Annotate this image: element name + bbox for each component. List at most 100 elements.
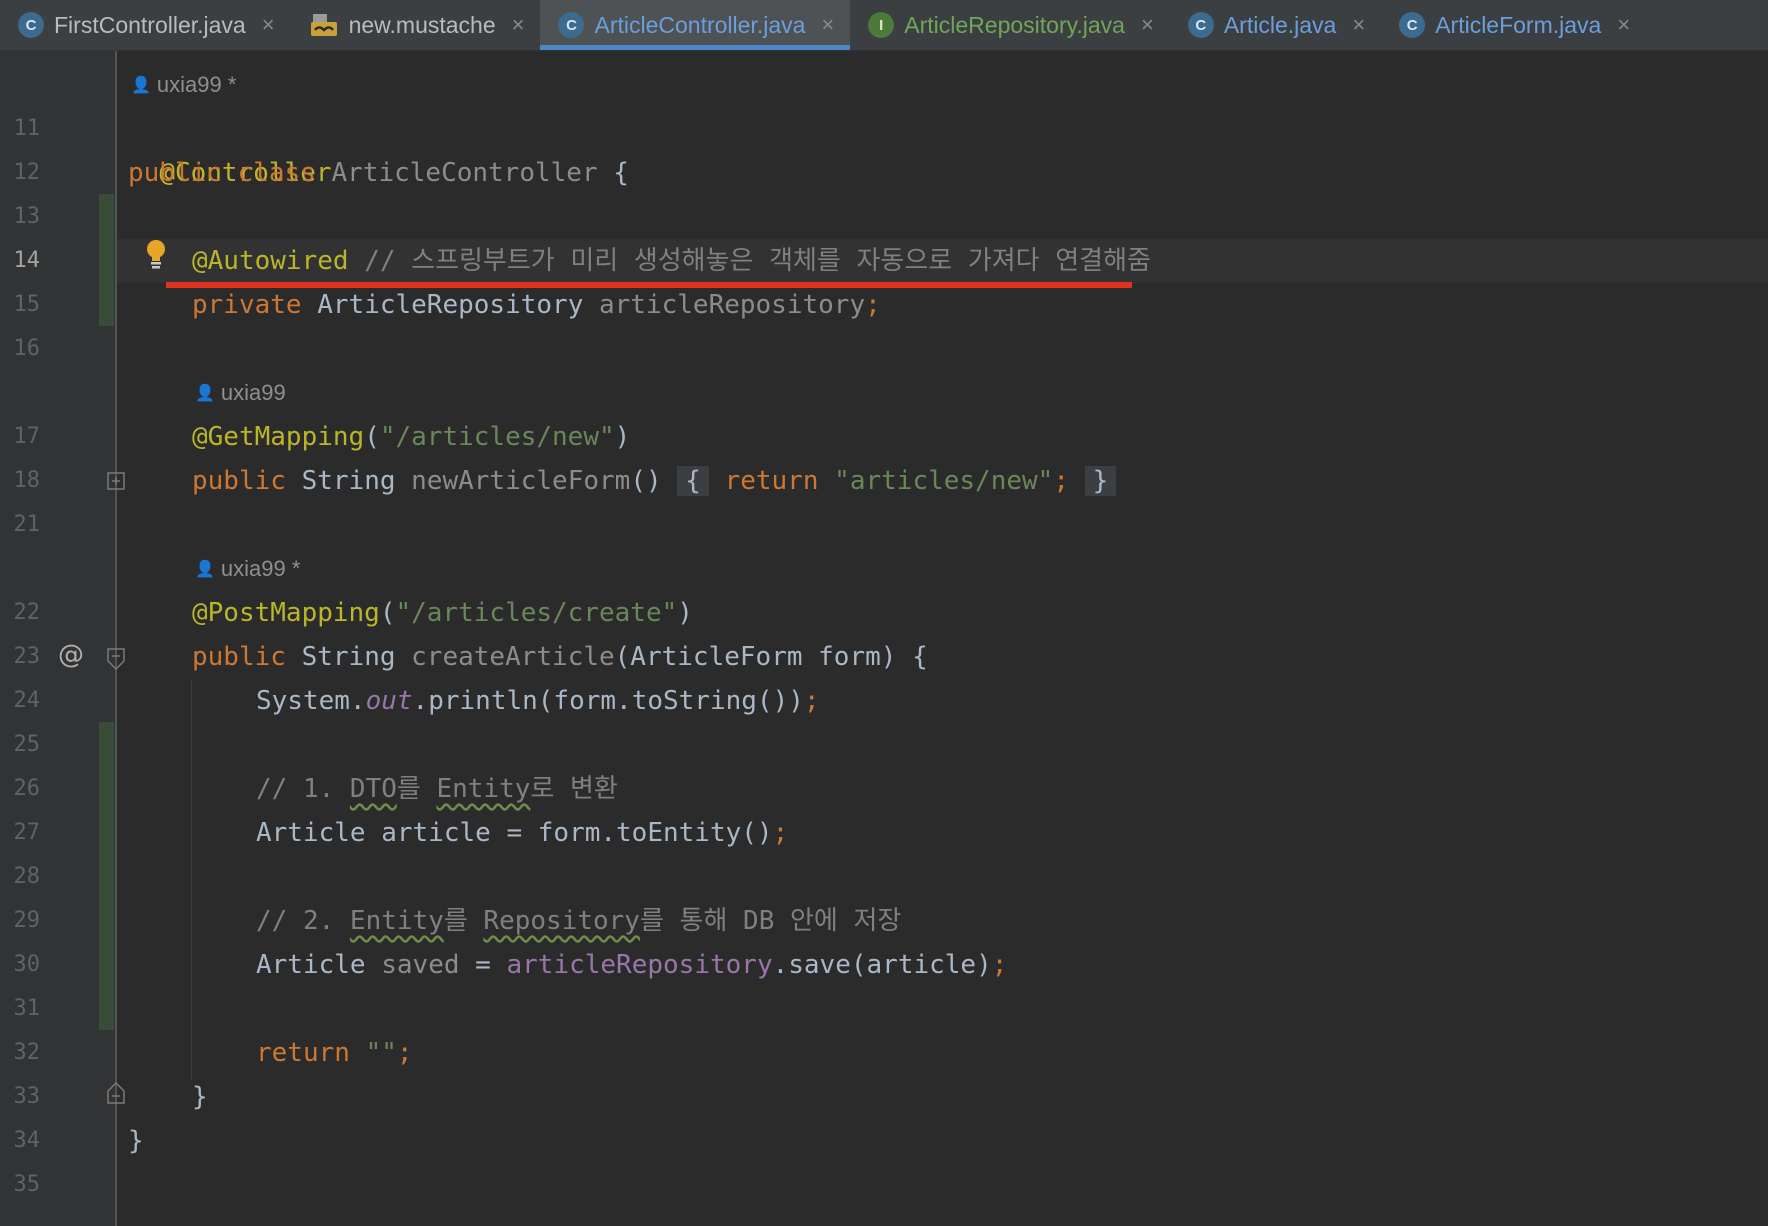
comment: // 1. [256,774,350,804]
static-field: out [365,686,413,716]
code-line-27[interactable]: Article article = form.toEntity(); [256,811,788,855]
keyword: return [256,1038,366,1068]
line-number: 15 [13,292,41,317]
keyword: public class [128,158,332,188]
code-line-33[interactable]: } [192,1075,208,1119]
line-number: 11 [13,116,41,141]
code-line-29[interactable]: // 2. Entity를 Repository를 통해 DB 안에 저장 [256,899,901,943]
comment: // 스프링부트가 미리 생성해놓은 객체를 자동으로 가져다 연결해줌 [348,246,1151,276]
tab-label: ArticleForm.java [1435,11,1602,38]
keyword: public [192,642,302,672]
close-icon[interactable]: × [1617,12,1630,38]
class-icon: C [1399,12,1426,38]
comment-typo: DTO [349,774,397,804]
keyword: public [192,466,302,496]
person-icon: 👤 [195,385,215,402]
line-number: 18 [13,468,41,493]
code-line-22[interactable]: @PostMapping("/articles/create") [192,591,693,635]
comment: // 2. [256,906,350,936]
annotation: @Autowired [192,246,349,276]
comment: 를 [443,906,484,936]
parameters: (ArticleForm form) { [614,642,928,672]
person-icon: 👤 [131,77,151,94]
close-icon[interactable]: × [1352,12,1365,38]
type-name: ArticleRepository [317,290,599,320]
author-name: uxia99 [220,380,286,405]
close-icon[interactable]: × [821,12,834,38]
code-line-17[interactable]: @GetMapping("/articles/new") [192,415,630,459]
string: "/articles/new" [379,422,615,452]
class-icon: C [1187,12,1214,38]
line-number: 24 [13,688,41,713]
brace: } [192,1082,208,1112]
code-text: .println(form.toString()) [412,686,804,716]
paren: ) [614,422,631,452]
line-number: 17 [13,424,41,449]
folded-brace[interactable]: } [1084,466,1117,496]
line-number: 25 [13,732,41,757]
comment-typo: Entity [436,774,531,804]
code-line-18[interactable]: public String newArticleForm() { return … [192,459,1117,503]
tab-articlecontroller[interactable]: C ArticleController.java × [540,0,851,50]
vcs-change-marker [99,194,114,326]
line-number: 14 [13,248,41,273]
method-name: createArticle [411,642,615,672]
folded-brace[interactable]: { [677,466,709,496]
author-hint[interactable]: 👤 uxia99 [195,380,286,406]
tab-article[interactable]: C Article.java × [1170,0,1381,50]
line-number: 29 [13,908,41,933]
tab-new-mustache[interactable]: new.mustache × [291,0,541,50]
code-line-23[interactable]: public String createArticle(ArticleForm … [192,635,928,679]
author-hint[interactable]: 👤 uxia99 * [131,72,236,98]
author-hint[interactable]: 👤 uxia99 * [195,556,300,582]
code-line-32[interactable]: return ""; [256,1031,413,1075]
line-number: 26 [13,776,41,801]
code-line-24[interactable]: System.out.println(form.toString()); [256,679,820,723]
person-icon: 👤 [195,561,215,578]
code-line-26[interactable]: // 1. DTO를 Entity로 변환 [256,767,618,811]
tab-firstcontroller[interactable]: C FirstController.java × [0,0,291,50]
tab-articleform[interactable]: C ArticleForm.java × [1381,0,1646,50]
mustache-icon [309,12,339,38]
tab-label: new.mustache [348,11,496,38]
code-text: .save(article) [772,950,992,980]
close-icon[interactable]: × [512,12,525,38]
line-number: 30 [13,952,41,977]
semicolon: ; [803,686,820,716]
fold-end-icon[interactable] [107,1081,125,1108]
fold-expand-icon[interactable] [107,472,125,494]
semicolon: ; [991,950,1008,980]
code-line-34[interactable]: } [128,1119,144,1163]
code-text: = [459,950,507,980]
close-icon[interactable]: × [1141,12,1154,38]
line-number: 22 [13,600,41,625]
code-line-12[interactable]: public class ArticleController { [128,151,629,195]
request-mapping-icon[interactable]: @ [58,640,84,670]
close-icon[interactable]: × [262,12,275,38]
author-name: uxia99 * [220,556,301,581]
line-number: 32 [13,1040,41,1065]
code-line-11[interactable]: @Controller [128,107,331,188]
code-line-15[interactable]: private ArticleRepository articleReposit… [192,283,881,327]
tab-label: ArticleRepository.java [904,11,1125,38]
code-text: System. [256,686,366,716]
line-number: 21 [13,512,41,537]
string: "articles/new" [834,466,1054,496]
type-name: String [301,466,412,496]
tab-label: Article.java [1223,11,1337,38]
string: "" [365,1038,397,1068]
fold-collapse-icon[interactable] [107,648,125,674]
line-number: 28 [13,864,41,889]
line-number: 23 [13,644,41,669]
line-number: 27 [13,820,41,845]
tab-articlerepository[interactable]: I ArticleRepository.java × [850,0,1170,50]
paren: ( [379,598,396,628]
code-text: Article article = form.toEntity() [256,818,773,848]
paren: ( [364,422,380,452]
code-text: Article [256,950,382,980]
code-line-14[interactable]: @Autowired // 스프링부트가 미리 생성해놓은 객체를 자동으로 가… [192,239,1151,283]
lightbulb-icon[interactable] [145,239,167,269]
field-ref: articleRepository [506,950,773,980]
code-line-30[interactable]: Article saved = articleRepository.save(a… [256,943,1007,987]
interface-icon: I [868,12,895,38]
